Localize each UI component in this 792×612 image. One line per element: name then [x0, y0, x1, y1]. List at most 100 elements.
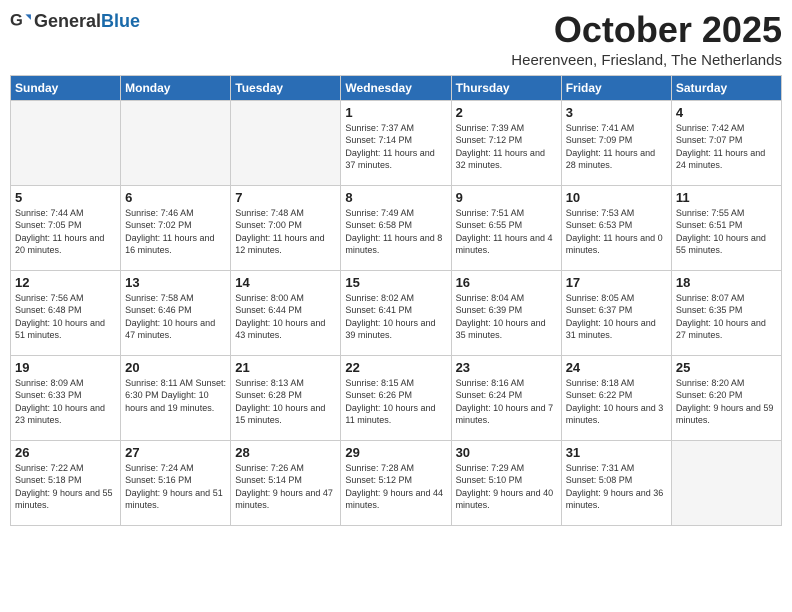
calendar-title: October 2025 — [511, 10, 782, 50]
day-cell: 16 Sunrise: 8:04 AM Sunset: 6:39 PM Dayli… — [451, 270, 561, 355]
day-cell: 1 Sunrise: 7:37 AM Sunset: 7:14 PM Daylig… — [341, 100, 451, 185]
day-number: 3 — [566, 105, 667, 120]
day-info: Sunrise: 7:53 AM Sunset: 6:53 PM Dayligh… — [566, 207, 667, 257]
day-cell: 28 Sunrise: 7:26 AM Sunset: 5:14 PM Dayli… — [231, 440, 341, 525]
day-cell: 10 Sunrise: 7:53 AM Sunset: 6:53 PM Dayli… — [561, 185, 671, 270]
day-cell: 6Sunrise: 7:46 AM Sunset: 7:02 PM Daylig… — [121, 185, 231, 270]
day-number: 9 — [456, 190, 557, 205]
day-info: Sunrise: 7:48 AM Sunset: 7:00 PM Dayligh… — [235, 207, 336, 257]
day-cell: 26 Sunrise: 7:22 AM Sunset: 5:18 PM Dayli… — [11, 440, 121, 525]
day-info: Sunrise: 8:20 AM Sunset: 6:20 PM Dayligh… — [676, 377, 777, 427]
day-number: 7 — [235, 190, 336, 205]
day-number: 30 — [456, 445, 557, 460]
column-header-tuesday: Tuesday — [231, 75, 341, 100]
day-info: Sunrise: 7:56 AM Sunset: 6:48 PM Dayligh… — [15, 292, 116, 342]
logo-icon: G — [10, 10, 32, 32]
column-header-sunday: Sunday — [11, 75, 121, 100]
day-info: Sunrise: 8:13 AM Sunset: 6:28 PM Dayligh… — [235, 377, 336, 427]
day-info: Sunrise: 8:07 AM Sunset: 6:35 PM Dayligh… — [676, 292, 777, 342]
day-cell: 23 Sunrise: 8:16 AM Sunset: 6:24 PM Dayli… — [451, 355, 561, 440]
day-info: Sunrise: 7:51 AM Sunset: 6:55 PM Dayligh… — [456, 207, 557, 257]
day-cell: 19Sunrise: 8:09 AM Sunset: 6:33 PM Dayli… — [11, 355, 121, 440]
day-number: 12 — [15, 275, 116, 290]
logo: G GeneralBlue — [10, 10, 140, 32]
day-cell: 8 Sunrise: 7:49 AM Sunset: 6:58 PM Daylig… — [341, 185, 451, 270]
title-block: October 2025 Heerenveen, Friesland, The … — [511, 10, 782, 69]
day-cell: 24 Sunrise: 8:18 AM Sunset: 6:22 PM Dayli… — [561, 355, 671, 440]
day-info: Sunrise: 7:46 AM Sunset: 7:02 PM Dayligh… — [125, 207, 226, 257]
day-number: 21 — [235, 360, 336, 375]
day-info: Sunrise: 7:22 AM Sunset: 5:18 PM Dayligh… — [15, 462, 116, 512]
day-info: Sunrise: 8:16 AM Sunset: 6:24 PM Dayligh… — [456, 377, 557, 427]
day-cell: 4Sunrise: 7:42 AM Sunset: 7:07 PM Daylig… — [671, 100, 781, 185]
day-cell: 18 Sunrise: 8:07 AM Sunset: 6:35 PM Dayli… — [671, 270, 781, 355]
day-cell: 11 Sunrise: 7:55 AM Sunset: 6:51 PM Dayli… — [671, 185, 781, 270]
day-cell — [231, 100, 341, 185]
day-number: 18 — [676, 275, 777, 290]
day-info: Sunrise: 7:58 AM Sunset: 6:46 PM Dayligh… — [125, 292, 226, 342]
day-info: Sunrise: 7:39 AM Sunset: 7:12 PM Dayligh… — [456, 122, 557, 172]
day-info: Sunrise: 8:05 AM Sunset: 6:37 PM Dayligh… — [566, 292, 667, 342]
day-cell: 14Sunrise: 8:00 AM Sunset: 6:44 PM Dayli… — [231, 270, 341, 355]
day-info: Sunrise: 7:37 AM Sunset: 7:14 PM Dayligh… — [345, 122, 446, 172]
day-info: Sunrise: 7:26 AM Sunset: 5:14 PM Dayligh… — [235, 462, 336, 512]
day-info: Sunrise: 8:18 AM Sunset: 6:22 PM Dayligh… — [566, 377, 667, 427]
day-cell: 27Sunrise: 7:24 AM Sunset: 5:16 PM Dayli… — [121, 440, 231, 525]
day-info: Sunrise: 7:49 AM Sunset: 6:58 PM Dayligh… — [345, 207, 446, 257]
day-info: Sunrise: 7:55 AM Sunset: 6:51 PM Dayligh… — [676, 207, 777, 257]
week-row-1: 1 Sunrise: 7:37 AM Sunset: 7:14 PM Daylig… — [11, 100, 782, 185]
day-number: 28 — [235, 445, 336, 460]
calendar-subtitle: Heerenveen, Friesland, The Netherlands — [511, 52, 782, 69]
column-header-saturday: Saturday — [671, 75, 781, 100]
day-cell: 3 Sunrise: 7:41 AM Sunset: 7:09 PM Daylig… — [561, 100, 671, 185]
column-header-thursday: Thursday — [451, 75, 561, 100]
day-cell: 5Sunrise: 7:44 AM Sunset: 7:05 PM Daylig… — [11, 185, 121, 270]
day-number: 24 — [566, 360, 667, 375]
calendar-header-row: SundayMondayTuesdayWednesdayThursdayFrid… — [11, 75, 782, 100]
day-cell: 22Sunrise: 8:15 AM Sunset: 6:26 PM Dayli… — [341, 355, 451, 440]
day-info: Sunrise: 7:42 AM Sunset: 7:07 PM Dayligh… — [676, 122, 777, 172]
day-cell: 2 Sunrise: 7:39 AM Sunset: 7:12 PM Daylig… — [451, 100, 561, 185]
day-number: 1 — [345, 105, 446, 120]
day-cell: 7 Sunrise: 7:48 AM Sunset: 7:00 PM Daylig… — [231, 185, 341, 270]
day-info: Sunrise: 8:00 AM Sunset: 6:44 PM Dayligh… — [235, 292, 336, 342]
day-number: 19 — [15, 360, 116, 375]
day-number: 8 — [345, 190, 446, 205]
day-info: Sunrise: 8:02 AM Sunset: 6:41 PM Dayligh… — [345, 292, 446, 342]
day-cell — [671, 440, 781, 525]
day-cell: 20Sunrise: 8:11 AM Sunset: 6:30 PM Dayli… — [121, 355, 231, 440]
day-number: 20 — [125, 360, 226, 375]
day-number: 10 — [566, 190, 667, 205]
day-cell: 17 Sunrise: 8:05 AM Sunset: 6:37 PM Dayli… — [561, 270, 671, 355]
day-number: 31 — [566, 445, 667, 460]
day-number: 25 — [676, 360, 777, 375]
day-cell: 21 Sunrise: 8:13 AM Sunset: 6:28 PM Dayli… — [231, 355, 341, 440]
day-info: Sunrise: 8:04 AM Sunset: 6:39 PM Dayligh… — [456, 292, 557, 342]
day-cell — [11, 100, 121, 185]
day-number: 15 — [345, 275, 446, 290]
day-cell: 29Sunrise: 7:28 AM Sunset: 5:12 PM Dayli… — [341, 440, 451, 525]
day-info: Sunrise: 7:44 AM Sunset: 7:05 PM Dayligh… — [15, 207, 116, 257]
day-cell: 13 Sunrise: 7:58 AM Sunset: 6:46 PM Dayli… — [121, 270, 231, 355]
week-row-4: 19Sunrise: 8:09 AM Sunset: 6:33 PM Dayli… — [11, 355, 782, 440]
day-info: Sunrise: 7:31 AM Sunset: 5:08 PM Dayligh… — [566, 462, 667, 512]
day-number: 26 — [15, 445, 116, 460]
day-cell: 31 Sunrise: 7:31 AM Sunset: 5:08 PM Dayli… — [561, 440, 671, 525]
day-cell: 25 Sunrise: 8:20 AM Sunset: 6:20 PM Dayli… — [671, 355, 781, 440]
week-row-5: 26 Sunrise: 7:22 AM Sunset: 5:18 PM Dayli… — [11, 440, 782, 525]
week-row-2: 5Sunrise: 7:44 AM Sunset: 7:05 PM Daylig… — [11, 185, 782, 270]
day-number: 13 — [125, 275, 226, 290]
day-info: Sunrise: 8:15 AM Sunset: 6:26 PM Dayligh… — [345, 377, 446, 427]
day-cell: 9 Sunrise: 7:51 AM Sunset: 6:55 PM Daylig… — [451, 185, 561, 270]
page-header: G GeneralBlue October 2025 Heerenveen, F… — [10, 10, 782, 69]
column-header-wednesday: Wednesday — [341, 75, 451, 100]
day-number: 11 — [676, 190, 777, 205]
day-number: 23 — [456, 360, 557, 375]
column-header-monday: Monday — [121, 75, 231, 100]
day-info: Sunrise: 7:41 AM Sunset: 7:09 PM Dayligh… — [566, 122, 667, 172]
day-number: 2 — [456, 105, 557, 120]
day-cell: 15 Sunrise: 8:02 AM Sunset: 6:41 PM Dayli… — [341, 270, 451, 355]
day-number: 17 — [566, 275, 667, 290]
day-number: 16 — [456, 275, 557, 290]
logo-text-blue: Blue — [101, 11, 140, 31]
